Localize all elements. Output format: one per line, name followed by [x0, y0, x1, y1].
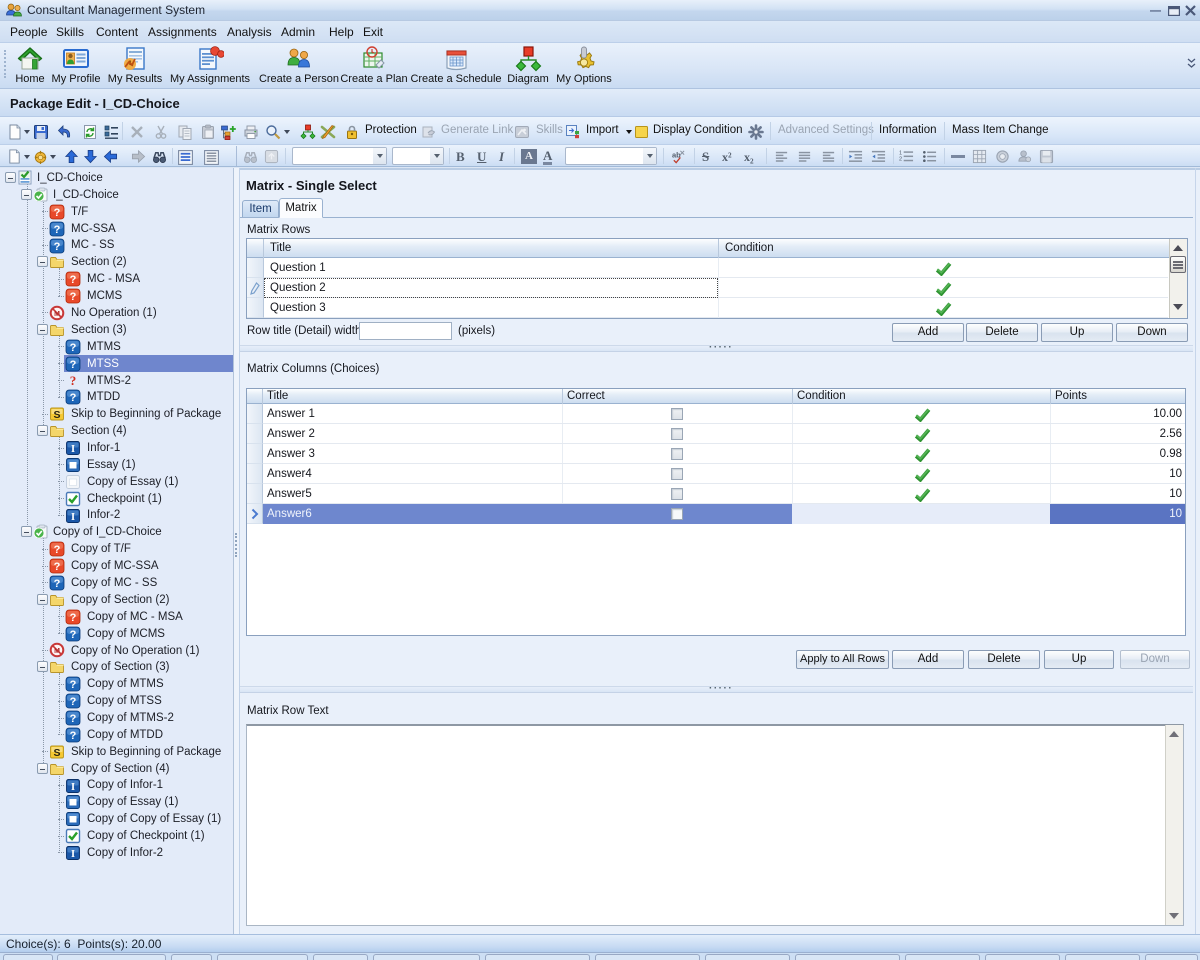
- svg-text:?: ?: [70, 274, 77, 286]
- svg-text:?: ?: [70, 392, 77, 404]
- svg-text:?: ?: [54, 578, 61, 590]
- svg-text:?: ?: [70, 730, 77, 742]
- svg-text:?: ?: [70, 713, 77, 725]
- svg-text:I: I: [71, 782, 75, 793]
- svg-text:S: S: [53, 409, 60, 421]
- svg-text:?: ?: [70, 679, 77, 691]
- svg-text:2: 2: [899, 156, 902, 162]
- svg-text:?: ?: [70, 629, 77, 641]
- svg-text:?: ?: [54, 224, 61, 236]
- svg-text:?: ?: [54, 207, 61, 219]
- svg-text:M: M: [54, 648, 60, 655]
- svg-text:?: ?: [70, 373, 77, 388]
- svg-text:?: ?: [54, 544, 61, 556]
- svg-text:?: ?: [70, 291, 77, 303]
- svg-text:I: I: [71, 512, 75, 523]
- svg-text:?: ?: [70, 359, 77, 371]
- svg-text:I: I: [71, 444, 75, 455]
- svg-text:?: ?: [70, 342, 77, 354]
- svg-text:?: ?: [54, 561, 61, 573]
- svg-text:?: ?: [70, 696, 77, 708]
- svg-text:S: S: [53, 747, 60, 759]
- svg-text:I: I: [71, 849, 75, 860]
- svg-text:M: M: [54, 311, 60, 318]
- svg-text:?: ?: [70, 612, 77, 624]
- svg-text:?: ?: [54, 241, 61, 253]
